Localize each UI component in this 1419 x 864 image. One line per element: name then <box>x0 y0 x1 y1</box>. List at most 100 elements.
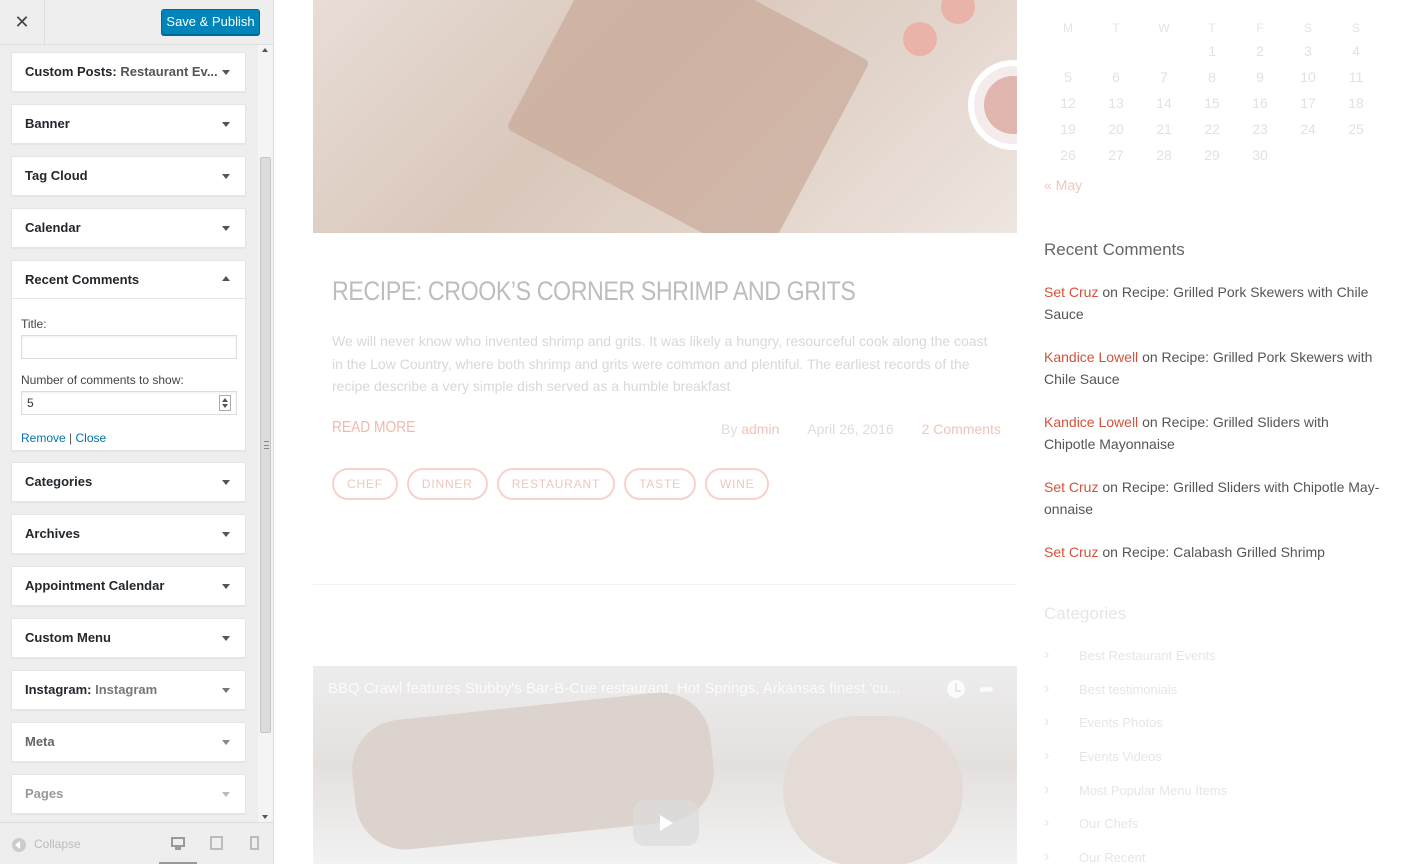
calendar-day: 28 <box>1156 147 1172 163</box>
close-icon[interactable]: ✕ <box>0 0 45 45</box>
widget-appointment-calendar[interactable]: Appointment Calendar <box>11 566 246 606</box>
share-icon[interactable]: ➦ <box>979 680 994 698</box>
category-link[interactable]: Events Photos <box>1044 713 1380 749</box>
tag-chef[interactable]: CHEF <box>332 468 398 500</box>
category-link[interactable]: Our Recent <box>1044 848 1380 864</box>
widget-pages[interactable]: Pages <box>11 774 246 814</box>
widget-calendar[interactable]: Calendar <box>11 208 246 248</box>
chevron-down-icon[interactable] <box>222 532 230 537</box>
widget-categories[interactable]: Categories <box>11 462 246 502</box>
tag-restaurant[interactable]: RESTAURANT <box>496 468 616 500</box>
customizer-footer: Collapse <box>0 822 273 864</box>
category-link[interactable]: Our Chefs <box>1044 814 1380 850</box>
scroll-down-icon[interactable] <box>262 815 268 819</box>
comment-author-link[interactable]: Set Cruz <box>1044 479 1098 495</box>
calendar-day: 17 <box>1300 95 1316 111</box>
calendar-day: 10 <box>1300 69 1316 85</box>
scrollbar-thumb[interactable] <box>260 157 271 733</box>
recent-comment-item: Set Cruz on Recipe: Calabash Grilled Shr… <box>1044 541 1380 563</box>
categories-list: Best Restaurant EventsBest testimonialsE… <box>1044 646 1380 864</box>
calendar-prev-month-link[interactable]: « May <box>1044 177 1082 193</box>
chevron-down-icon[interactable] <box>222 792 230 797</box>
widget-custom-menu[interactable]: Custom Menu <box>11 618 246 658</box>
category-link[interactable]: Best Restaurant Events <box>1044 646 1380 682</box>
widget-custom-posts[interactable]: Custom Posts: Restaurant Ev... <box>11 52 246 92</box>
chevron-down-icon[interactable] <box>222 70 230 75</box>
chevron-down-icon[interactable] <box>222 174 230 179</box>
count-stepper[interactable]: 5 <box>21 391 237 415</box>
chevron-down-icon[interactable] <box>222 584 230 589</box>
calendar-weekday: S <box>1351 21 1360 35</box>
cutting-board-shape <box>505 0 871 233</box>
widget-meta[interactable]: Meta <box>11 722 246 762</box>
save-publish-button[interactable]: Save & Publish <box>161 9 260 35</box>
chevron-down-icon[interactable] <box>222 122 230 127</box>
category-link[interactable]: Most Popular Menu Items <box>1044 781 1380 817</box>
mobile-icon[interactable] <box>250 836 266 850</box>
close-link[interactable]: Close <box>76 431 107 445</box>
calendar-day <box>1140 38 1188 64</box>
calendar-day: 15 <box>1204 95 1220 111</box>
categories-heading: Categories <box>1044 604 1127 623</box>
site-preview: RECIPE: CROOK’S CORNER SHRIMP AND GRITS … <box>274 0 1419 864</box>
calendar-widget: MTWTFSS 1 2 3 4 5 6 7 8 9 10 11 12 13 14 15 16 17 18 19 20 2… <box>1044 18 1374 168</box>
chevron-down-icon[interactable] <box>222 636 230 641</box>
widget-title: Pages <box>25 786 64 801</box>
scroll-up-icon[interactable] <box>262 48 268 52</box>
play-button-icon[interactable] <box>633 800 699 846</box>
comment-author-link[interactable]: Set Cruz <box>1044 284 1098 300</box>
spinner-icon[interactable] <box>219 395 231 411</box>
chevron-down-icon[interactable] <box>222 480 230 485</box>
tag-dinner[interactable]: DINNER <box>406 468 488 500</box>
calendar-day: 2 <box>1256 43 1264 59</box>
video-embed[interactable]: BBQ Crawl features Stubby's Bar-B-Cue re… <box>313 666 1017 864</box>
tag-taste[interactable]: TASTE <box>624 468 696 500</box>
widget-tag-cloud[interactable]: Tag Cloud <box>11 156 246 196</box>
calendar-day <box>1332 142 1380 168</box>
calendar-day: 6 <box>1112 69 1120 85</box>
widget-recent-comments[interactable]: Recent Comments Title: Number of comment… <box>11 260 246 451</box>
remove-link[interactable]: Remove <box>21 431 66 445</box>
recent-comment-item: Kandice Lowell on Recipe: Grilled Slider… <box>1044 411 1380 455</box>
watch-later-icon[interactable] <box>947 680 965 698</box>
post-featured-image[interactable] <box>313 0 1017 233</box>
comment-author-link[interactable]: Kandice Lowell <box>1044 349 1138 365</box>
widget-banner[interactable]: Banner <box>11 104 246 144</box>
chevron-down-icon[interactable] <box>222 740 230 745</box>
post-title[interactable]: RECIPE: CROOK’S CORNER SHRIMP AND GRITS <box>332 276 856 307</box>
chevron-down-icon[interactable] <box>222 226 230 231</box>
calendar-weekday: T <box>1208 21 1216 35</box>
meta-comments-link[interactable]: 2 Comments <box>922 421 1001 437</box>
collapse-button[interactable]: Collapse <box>12 837 81 852</box>
calendar-day: 18 <box>1348 95 1364 111</box>
comment-post-link[interactable]: Recipe: Calabash Grilled Shrimp <box>1122 544 1325 560</box>
comment-author-link[interactable]: Kandice Lowell <box>1044 414 1138 430</box>
chevron-down-icon[interactable] <box>222 688 230 693</box>
read-more-link[interactable]: READ MORE <box>332 419 415 437</box>
widget-title: Tag Cloud <box>25 168 88 183</box>
category-link[interactable]: Best testimonials <box>1044 680 1380 716</box>
calendar-week: 19 20 21 22 23 24 25 <box>1044 116 1380 142</box>
widget-archives[interactable]: Archives <box>11 514 246 554</box>
comment-author-link[interactable]: Set Cruz <box>1044 544 1098 560</box>
tag-wine[interactable]: WINE <box>704 468 770 500</box>
meta-author-link[interactable]: admin <box>741 421 779 437</box>
recent-comment-item: Kandice Lowell on Recipe: Grilled Pork S… <box>1044 346 1380 390</box>
tablet-icon[interactable] <box>209 836 225 850</box>
category-link[interactable]: Events Videos <box>1044 747 1380 783</box>
calendar-week: 1 2 3 4 <box>1044 38 1380 64</box>
customizer-sidebar: ✕ Save & Publish Custom Posts: Restauran… <box>0 0 274 864</box>
meta-date: April 26, 2016 <box>807 421 894 437</box>
widget-instagram[interactable]: Instagram: Instagram <box>11 670 246 710</box>
calendar-weekday: M <box>1063 21 1073 35</box>
scrollbar[interactable] <box>258 45 273 822</box>
title-field[interactable] <box>21 335 237 359</box>
widget-list: Custom Posts: Restaurant Ev... Banner Ta… <box>0 45 258 822</box>
calendar-day: 26 <box>1060 147 1076 163</box>
desktop-icon[interactable] <box>170 836 186 850</box>
chevron-up-icon[interactable] <box>222 276 230 281</box>
widget-title: Appointment Calendar <box>25 578 165 593</box>
widget-subtitle: Instagram <box>95 682 158 697</box>
widget-title: Categories <box>25 474 93 489</box>
video-title[interactable]: BBQ Crawl features Stubby's Bar-B-Cue re… <box>328 680 940 697</box>
